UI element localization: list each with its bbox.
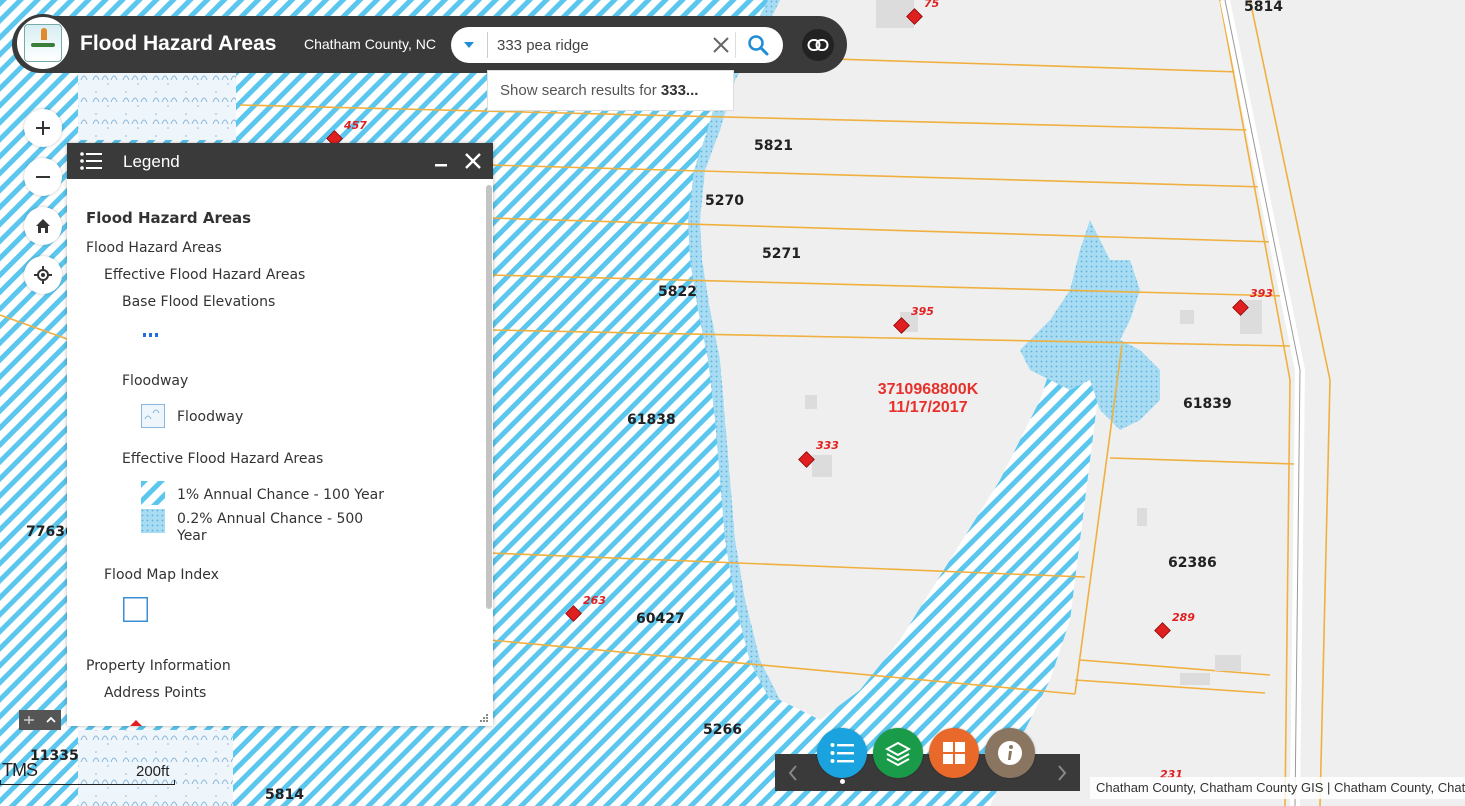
legend-sublayer-label: Floodway [122,373,189,389]
address-label: 393 [1250,287,1273,300]
legend-group-label: Flood Hazard Areas [86,240,222,256]
address-label: 289 [1172,611,1195,624]
legend-item-label: Floodway [177,409,244,425]
divider [735,32,736,58]
parcel-label: 60427 [636,611,685,627]
firm-panel-number: 3710968800K [877,381,979,398]
parcel-label: 5821 [754,138,793,154]
address-label: 333 [816,439,839,452]
zoom-out-button[interactable] [24,158,62,196]
chevron-left-icon [788,764,797,781]
resize-handle-icon[interactable] [479,713,489,723]
pct1-swatch [141,481,165,505]
app-title: Flood Hazard Areas [80,32,277,55]
layers-icon [885,741,911,766]
legend-sublayer-label: Flood Map Index [104,567,219,583]
legend-layer-title: Flood Hazard Areas [86,209,252,227]
clear-icon[interactable] [709,33,733,57]
legend-panel: Legend Flood Hazard Areas Flood Hazard A… [67,143,493,726]
search-suggestion[interactable]: Show search results for 333... [487,70,734,111]
tms-label: TMS [2,760,38,780]
address-label: 75 [924,0,940,10]
parcel-label: 5822 [658,284,697,300]
search-source-dropdown[interactable] [451,27,487,63]
my-location-button[interactable] [24,256,62,294]
plus-icon [36,121,50,135]
link-icon [807,39,829,51]
legend-sublayer-label: Address Points [104,685,207,701]
legend-sublayer-label: Base Flood Elevations [122,294,276,310]
overview-map-toggle[interactable] [19,710,61,730]
parcel-label: 11335 [30,748,79,764]
legend-item-label: 1% Annual Chance - 100 Year [177,487,384,503]
map-attribution: Chatham County, Chatham County GIS | Cha… [1090,777,1465,799]
floodway-swatch [141,404,165,428]
layers-widget-button[interactable] [873,728,923,778]
legend-item-label: Year [177,528,207,544]
legend-item-label: 0.2% Annual Chance - 500 [177,511,364,527]
search-icon[interactable] [745,32,771,58]
grid-icon [943,742,965,764]
toolbar-next-button[interactable] [1044,754,1080,791]
app-subtitle: Chatham County, NC [304,36,437,52]
basemap-widget-button[interactable] [929,728,979,778]
locate-icon [34,266,52,284]
parcel-label: 5271 [762,246,801,262]
parcel-label: 5266 [703,722,742,738]
legend-scrollbar[interactable] [486,185,492,609]
scalebar-label: 200ft [136,763,170,780]
firm-panel-label: 3710968800K 11/17/2017 [866,381,990,417]
toolbar-prev-button[interactable] [775,754,811,791]
legend-sublayer-label: Effective Flood Hazard Areas [104,267,306,283]
caret-down-icon [464,42,474,48]
address-label: 263 [583,594,606,607]
address-label: 395 [911,305,934,318]
minimize-icon[interactable] [432,151,450,171]
search-box [451,27,783,63]
legend-group-label: Property Information [86,658,231,674]
divider [487,32,488,58]
active-indicator [840,779,845,784]
minus-icon [36,176,50,178]
address-point-symbol [130,720,142,726]
parcel-label: 62386 [1168,555,1217,571]
scalebar [0,780,175,785]
chevron-up-icon [41,710,61,730]
legend-sublayer-label: Effective Flood Hazard Areas [122,451,324,467]
about-widget-button[interactable] [985,728,1035,778]
parcel-label: 5814 [265,787,304,803]
parcel-label: 5270 [705,193,744,209]
parcel-label: 61839 [1183,396,1232,412]
county-seal-icon [24,24,62,62]
list-icon [80,152,102,170]
firm-panel-date: 11/17/2017 [888,399,968,416]
chevron-right-icon [1058,764,1067,781]
parcel-label: 61838 [627,412,676,428]
legend-widget-button[interactable] [817,728,867,778]
legend-header[interactable]: Legend [67,143,493,179]
zoom-in-button[interactable] [24,109,62,147]
share-link-button[interactable] [802,29,834,61]
legend-list-icon [830,743,854,763]
close-icon[interactable] [463,151,483,171]
home-icon [36,219,50,233]
search-input[interactable] [497,33,702,57]
parcel-label: 5814 [1244,0,1283,15]
legend-body[interactable]: Flood Hazard Areas Flood Hazard Areas Ef… [67,179,485,726]
suggestion-prefix: Show search results for [500,82,661,99]
county-logo[interactable] [14,14,72,72]
pct02-swatch [141,509,165,533]
overview-map-icon [19,710,39,730]
address-label: 457 [344,119,367,132]
bfe-line-symbol [143,333,158,337]
flood-map-index-swatch [123,597,148,622]
home-button[interactable] [24,207,62,245]
suggestion-term: 333... [660,82,699,99]
legend-title: Legend [123,152,180,171]
info-icon [998,741,1022,765]
